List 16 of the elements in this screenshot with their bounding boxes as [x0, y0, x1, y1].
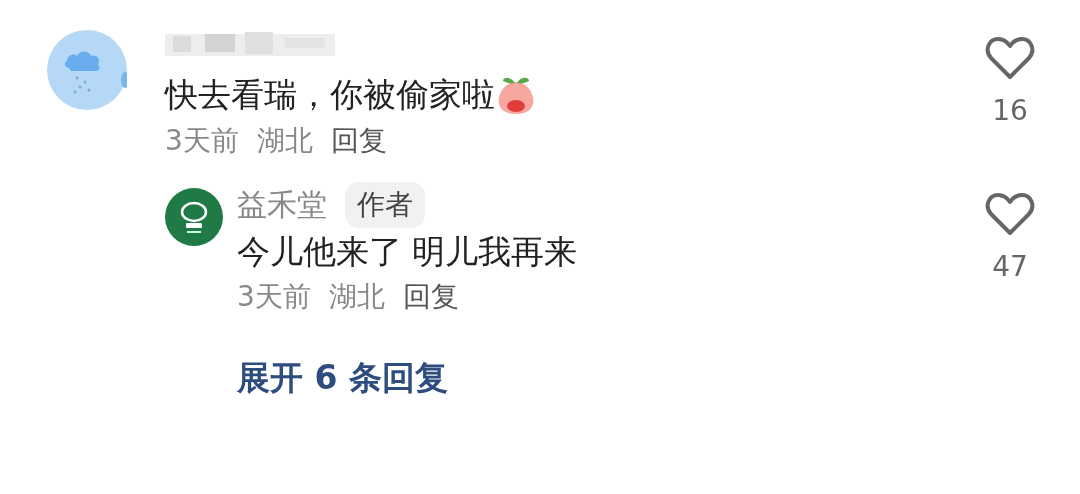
comment-text: 快去看瑞，你被偷家啦 — [165, 75, 495, 115]
heart-icon[interactable] — [985, 36, 1035, 80]
comment-time: 3天前 — [237, 279, 311, 315]
author-badge: 作者 — [345, 182, 425, 228]
heart-icon[interactable] — [985, 192, 1035, 236]
comment-location: 湖北 — [328, 279, 385, 315]
comment-time: 3天前 — [165, 123, 239, 159]
like-count: 47 — [992, 250, 1028, 283]
comment-location: 湖北 — [256, 123, 313, 159]
reply-link[interactable]: 回复 — [402, 278, 459, 316]
comment-text: 今儿他来了 明儿我再来 — [237, 232, 578, 272]
username[interactable]: 益禾堂 — [237, 184, 327, 226]
expand-replies-link[interactable]: 展开 6 条回复 — [237, 356, 448, 401]
reply-link[interactable]: 回复 — [330, 122, 387, 160]
avatar[interactable] — [165, 188, 223, 246]
like-count: 16 — [992, 94, 1028, 127]
